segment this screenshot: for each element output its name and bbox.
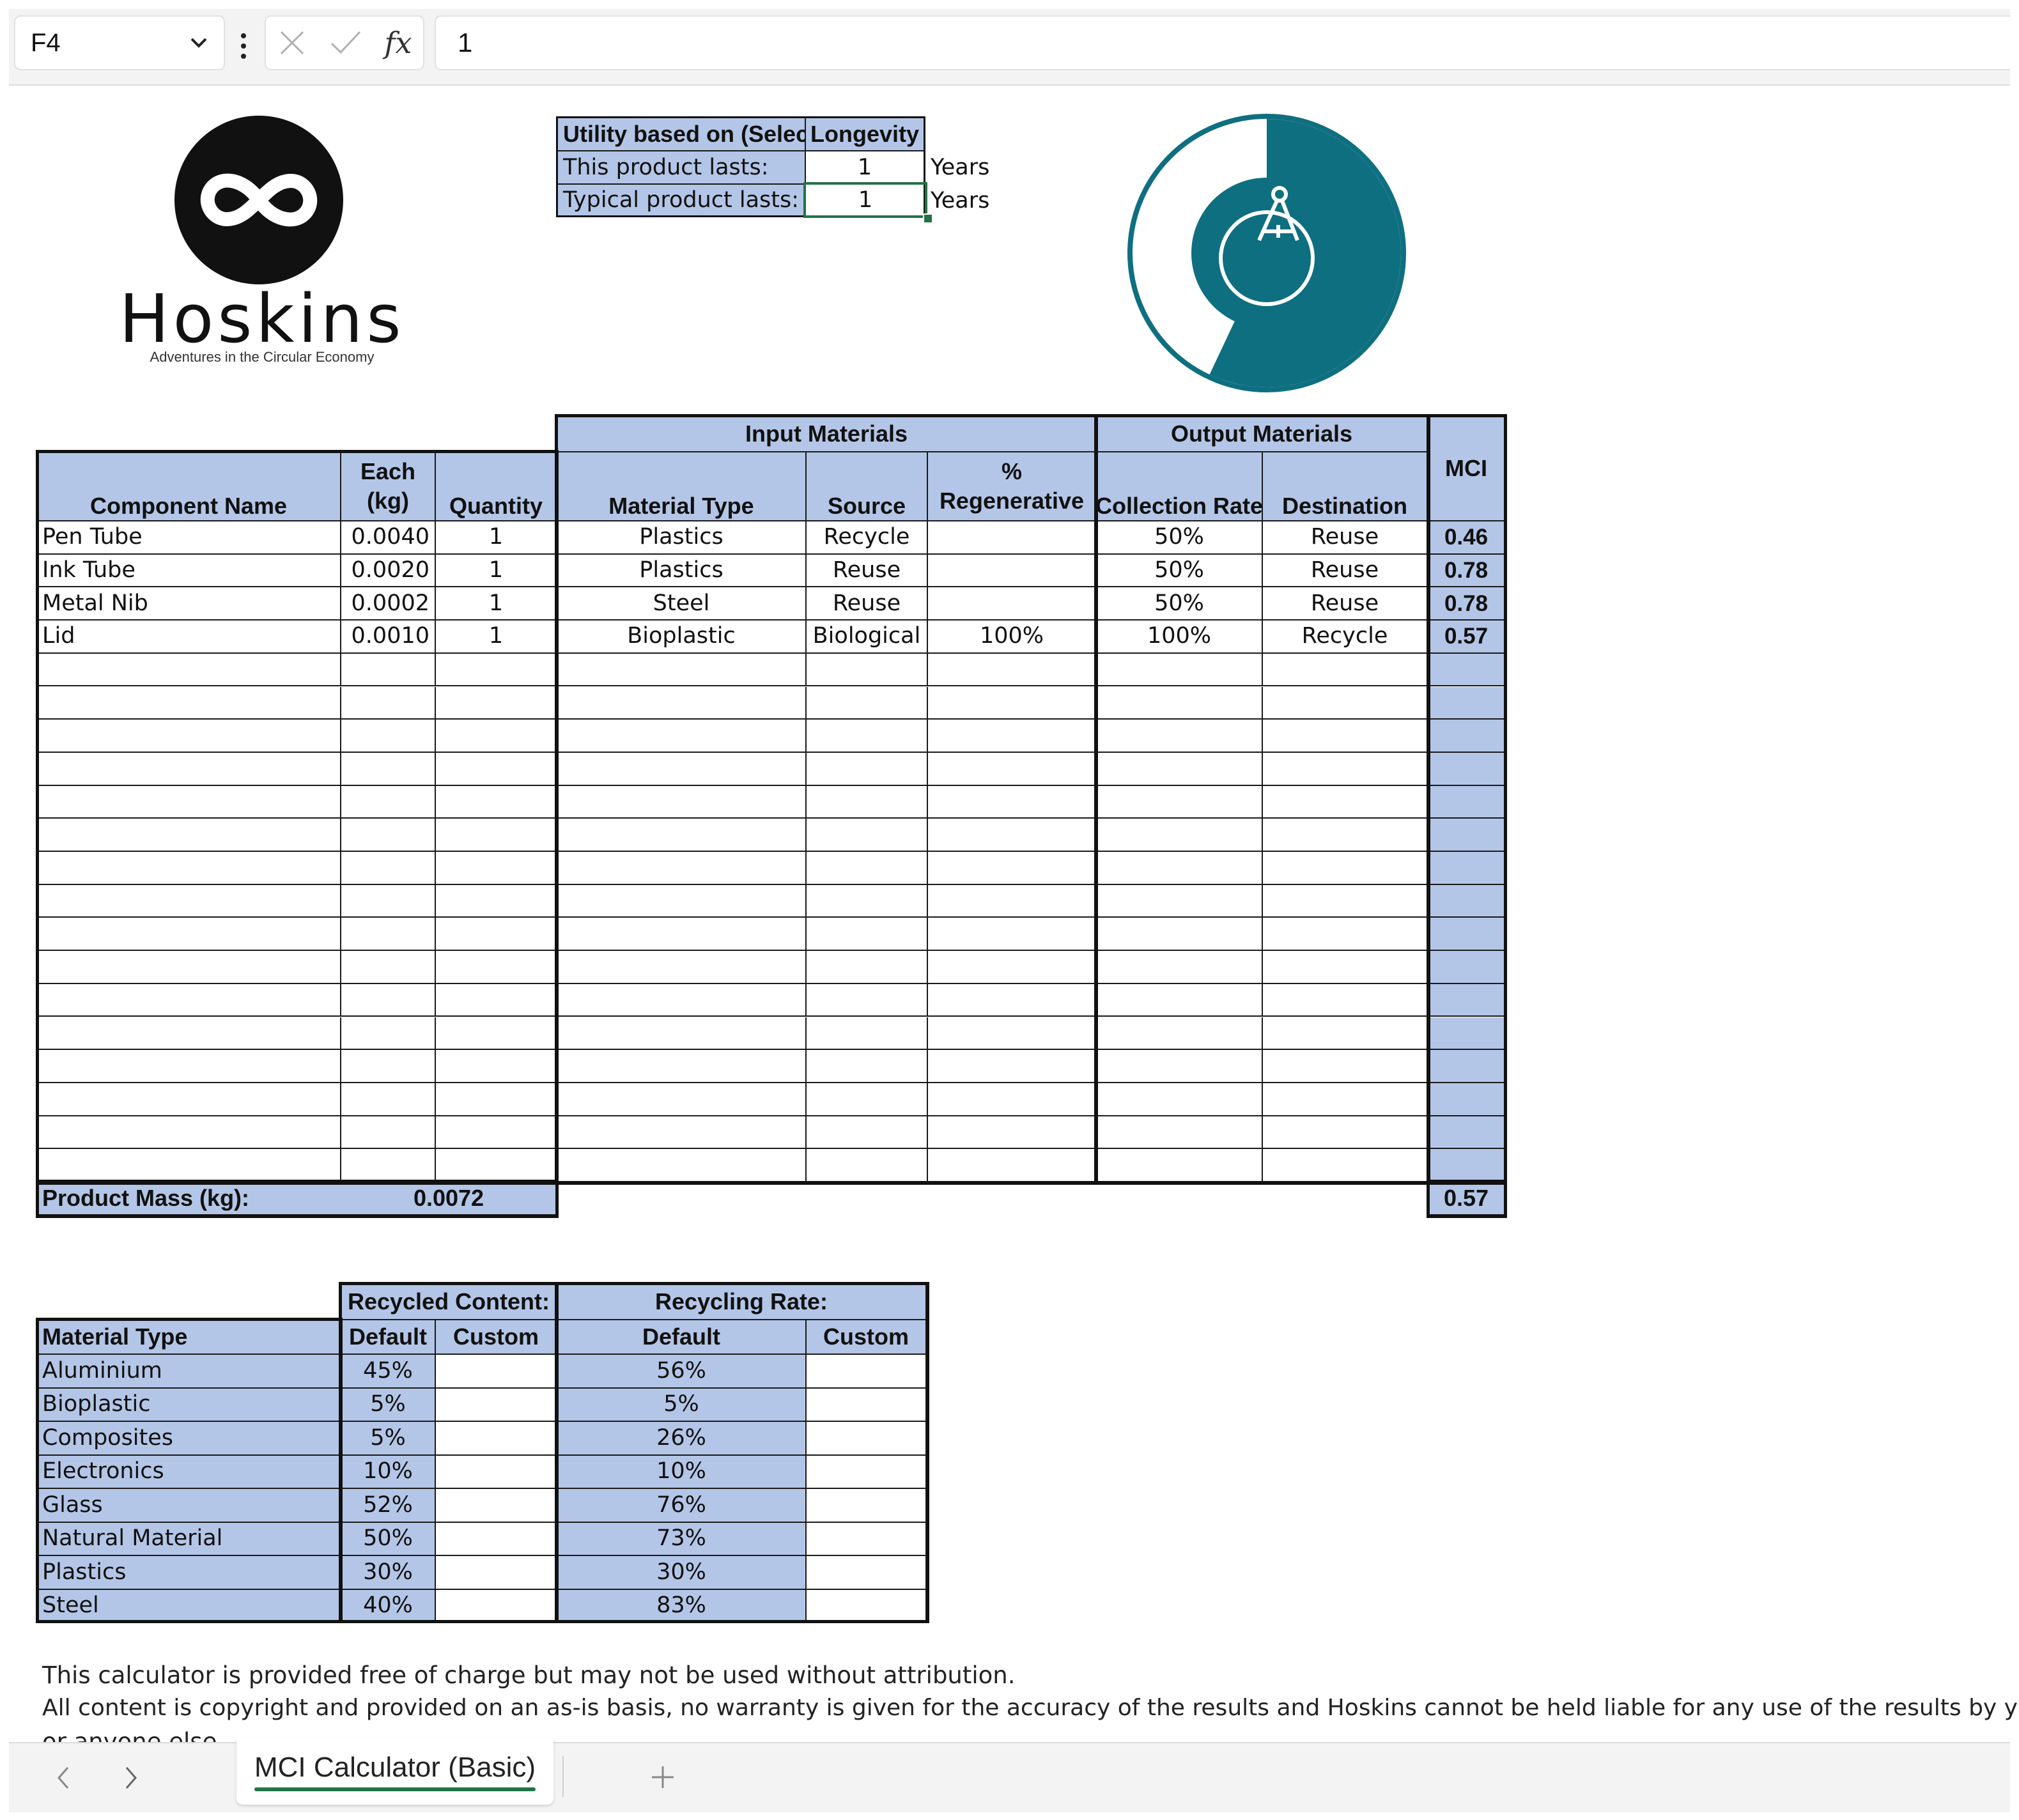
name-box-value: F4 bbox=[31, 28, 61, 57]
main-table-outline bbox=[36, 450, 559, 1185]
tab-divider bbox=[562, 1756, 564, 1797]
this-product-lasts-input[interactable]: 1 bbox=[806, 151, 924, 185]
scroll-left-icon[interactable] bbox=[54, 1765, 73, 1791]
mci-footer-outline bbox=[1427, 1180, 1507, 1218]
scroll-right-icon[interactable] bbox=[121, 1765, 141, 1791]
this-product-years-unit: Years bbox=[931, 155, 990, 180]
attribution-note: This calculator is provided free of char… bbox=[42, 1662, 1016, 1689]
copyright-note: All content is copyright and provided on… bbox=[42, 1695, 2019, 1721]
chevron-down-icon[interactable] bbox=[189, 36, 208, 49]
typical-product-years-unit: Years bbox=[931, 188, 990, 213]
utility-header-label: Utility based on (Select) bbox=[558, 118, 806, 151]
rates-outline-recycling bbox=[555, 1282, 929, 1623]
formula-input[interactable]: 1 bbox=[435, 15, 2010, 70]
infinity-logo-icon bbox=[174, 116, 343, 284]
name-box[interactable]: F4 bbox=[14, 15, 225, 70]
rates-outline-left bbox=[36, 1318, 343, 1623]
logo-tagline: Adventures in the Circular Economy bbox=[150, 349, 375, 365]
cancel-icon[interactable] bbox=[277, 28, 307, 58]
footer-outline bbox=[36, 1180, 559, 1218]
utility-select-cell[interactable]: Longevity bbox=[806, 118, 924, 151]
sheet-tab-bar: MCI Calculator (Basic) bbox=[9, 1738, 2010, 1812]
sheet-tab-mci-calculator[interactable]: MCI Calculator (Basic) bbox=[236, 1738, 553, 1805]
enter-check-icon[interactable] bbox=[329, 28, 362, 58]
output-outline bbox=[1094, 414, 1430, 1185]
logo-wordmark: Hoskins bbox=[119, 280, 405, 358]
mci-outline bbox=[1427, 414, 1507, 1185]
typical-product-lasts-input[interactable]: 1 bbox=[803, 182, 927, 218]
sheet-tab-label: MCI Calculator (Basic) bbox=[254, 1752, 536, 1783]
sheet-tab-active-indicator bbox=[254, 1787, 536, 1791]
hoskins-logo: Hoskins Adventures in the Circular Econo… bbox=[83, 114, 441, 369]
formula-actions: fx bbox=[265, 15, 424, 70]
insert-function-icon[interactable]: fx bbox=[385, 26, 412, 60]
typical-product-lasts-label: Typical product lasts: bbox=[558, 185, 806, 215]
mci-gauge bbox=[1127, 114, 1406, 392]
selection-fill-handle[interactable] bbox=[923, 213, 933, 224]
rates-outline-recycled bbox=[339, 1282, 559, 1623]
formula-bar: F4 fx 1 bbox=[9, 9, 2010, 86]
input-outline bbox=[555, 414, 1098, 1185]
add-sheet-icon[interactable] bbox=[648, 1762, 677, 1792]
more-options-icon[interactable] bbox=[234, 27, 253, 65]
this-product-lasts-label: This product lasts: bbox=[558, 151, 806, 185]
